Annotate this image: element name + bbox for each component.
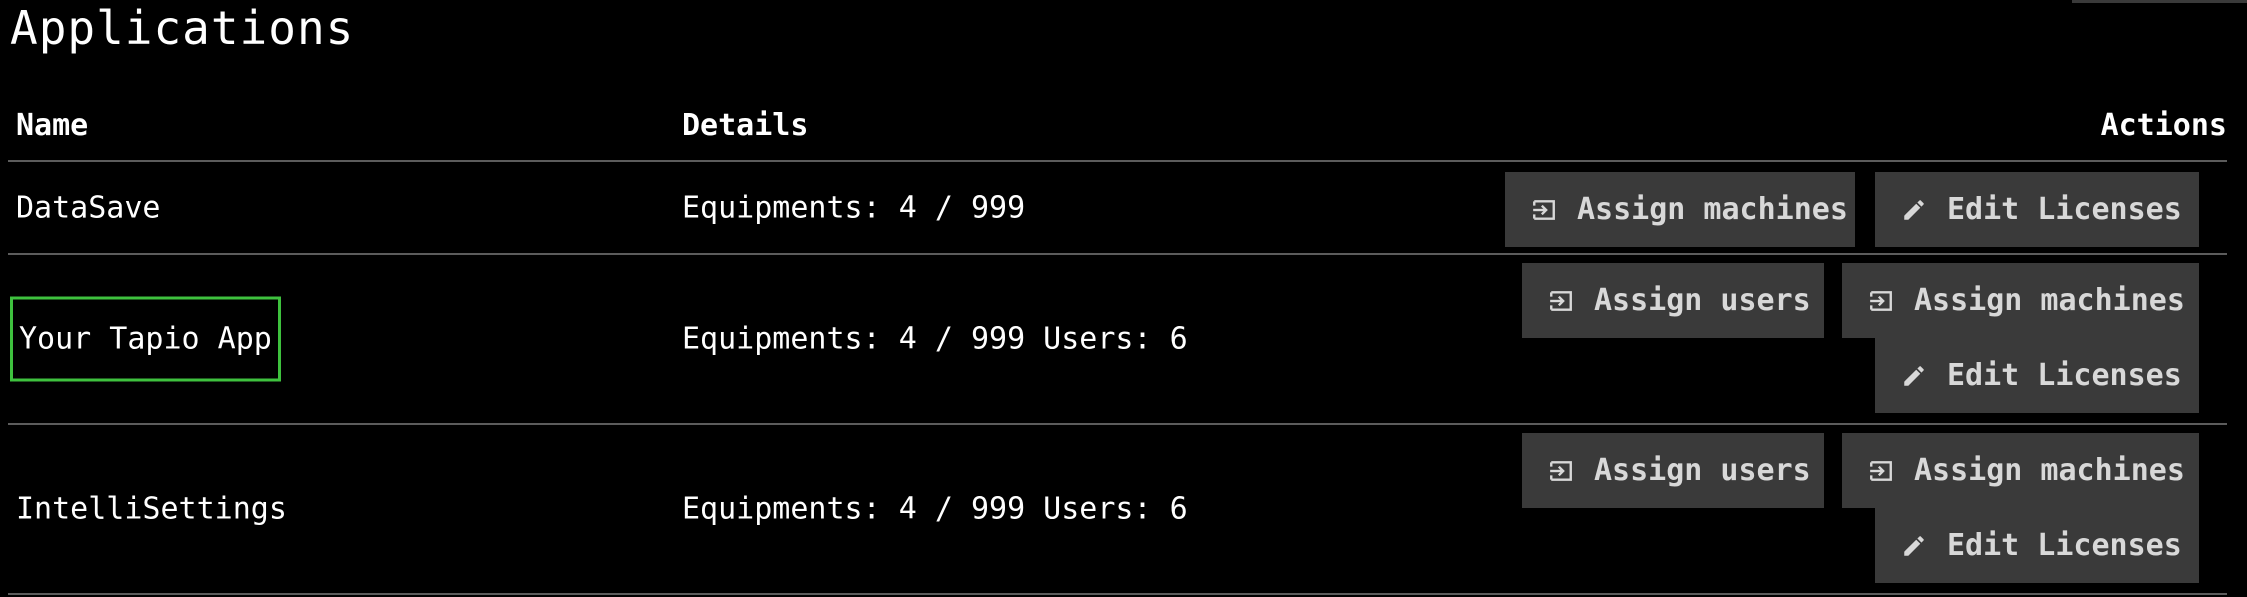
login-arrow-icon — [1868, 288, 1894, 314]
pencil-icon — [1901, 533, 1927, 559]
top-scroll-edge — [2072, 0, 2247, 3]
login-arrow-icon — [1548, 288, 1574, 314]
column-header-name: Name — [16, 108, 89, 143]
users-count: Users: 6 — [1043, 321, 1188, 357]
button-label: Assign machines — [1577, 192, 1848, 227]
table-header: Name Details Actions — [8, 96, 2227, 162]
app-name[interactable]: Your Tapio App — [10, 296, 281, 382]
column-header-actions: Actions — [2100, 108, 2227, 143]
button-label: Assign machines — [1914, 453, 2185, 488]
app-name: IntelliSettings — [16, 491, 287, 527]
button-label: Edit Licenses — [1947, 528, 2182, 563]
app-name: DataSave — [16, 190, 161, 225]
edit-licenses-button[interactable]: Edit Licenses — [1875, 508, 2199, 583]
app-details: Equipments: 4 / 999 Users: 6 — [682, 492, 1188, 527]
edit-licenses-button[interactable]: Edit Licenses — [1875, 172, 2199, 247]
applications-page: Applications Name Details Actions DataSa… — [0, 0, 2247, 597]
app-details: Equipments: 4 / 999 Users: 6 — [682, 322, 1188, 357]
app-details: Equipments: 4 / 999 — [682, 190, 1025, 225]
pencil-icon — [1901, 363, 1927, 389]
login-arrow-icon — [1868, 458, 1894, 484]
edit-licenses-button[interactable]: Edit Licenses — [1875, 338, 2199, 413]
button-label: Edit Licenses — [1947, 192, 2182, 227]
users-count: Users: 6 — [1043, 491, 1188, 527]
button-label: Assign users — [1594, 453, 1811, 488]
assign-machines-button[interactable]: Assign machines — [1842, 433, 2199, 508]
assign-users-button[interactable]: Assign users — [1522, 433, 1824, 508]
column-header-details: Details — [682, 108, 809, 143]
login-arrow-icon — [1531, 197, 1557, 223]
equipments-count: Equipments: 4 / 999 — [682, 321, 1026, 357]
table-row: IntelliSettings Equipments: 4 / 999 Users… — [8, 425, 2227, 595]
applications-table: Name Details Actions DataSave Equipments… — [8, 96, 2227, 595]
table-row: DataSave Equipments: 4 / 999 Assign mach… — [8, 162, 2227, 255]
button-label: Assign users — [1594, 283, 1811, 318]
assign-users-button[interactable]: Assign users — [1522, 263, 1824, 338]
equipments-count: Equipments: 4 / 999 — [682, 491, 1026, 527]
equipments-count: Equipments: 4 / 999 — [682, 190, 1026, 225]
button-label: Assign machines — [1914, 283, 2185, 318]
page-title: Applications — [10, 1, 355, 55]
login-arrow-icon — [1548, 458, 1574, 484]
pencil-icon — [1901, 197, 1927, 223]
assign-machines-button[interactable]: Assign machines — [1505, 172, 1855, 247]
table-row: Your Tapio App Equipments: 4 / 999 Users:… — [8, 255, 2227, 425]
assign-machines-button[interactable]: Assign machines — [1842, 263, 2199, 338]
button-label: Edit Licenses — [1947, 358, 2182, 393]
